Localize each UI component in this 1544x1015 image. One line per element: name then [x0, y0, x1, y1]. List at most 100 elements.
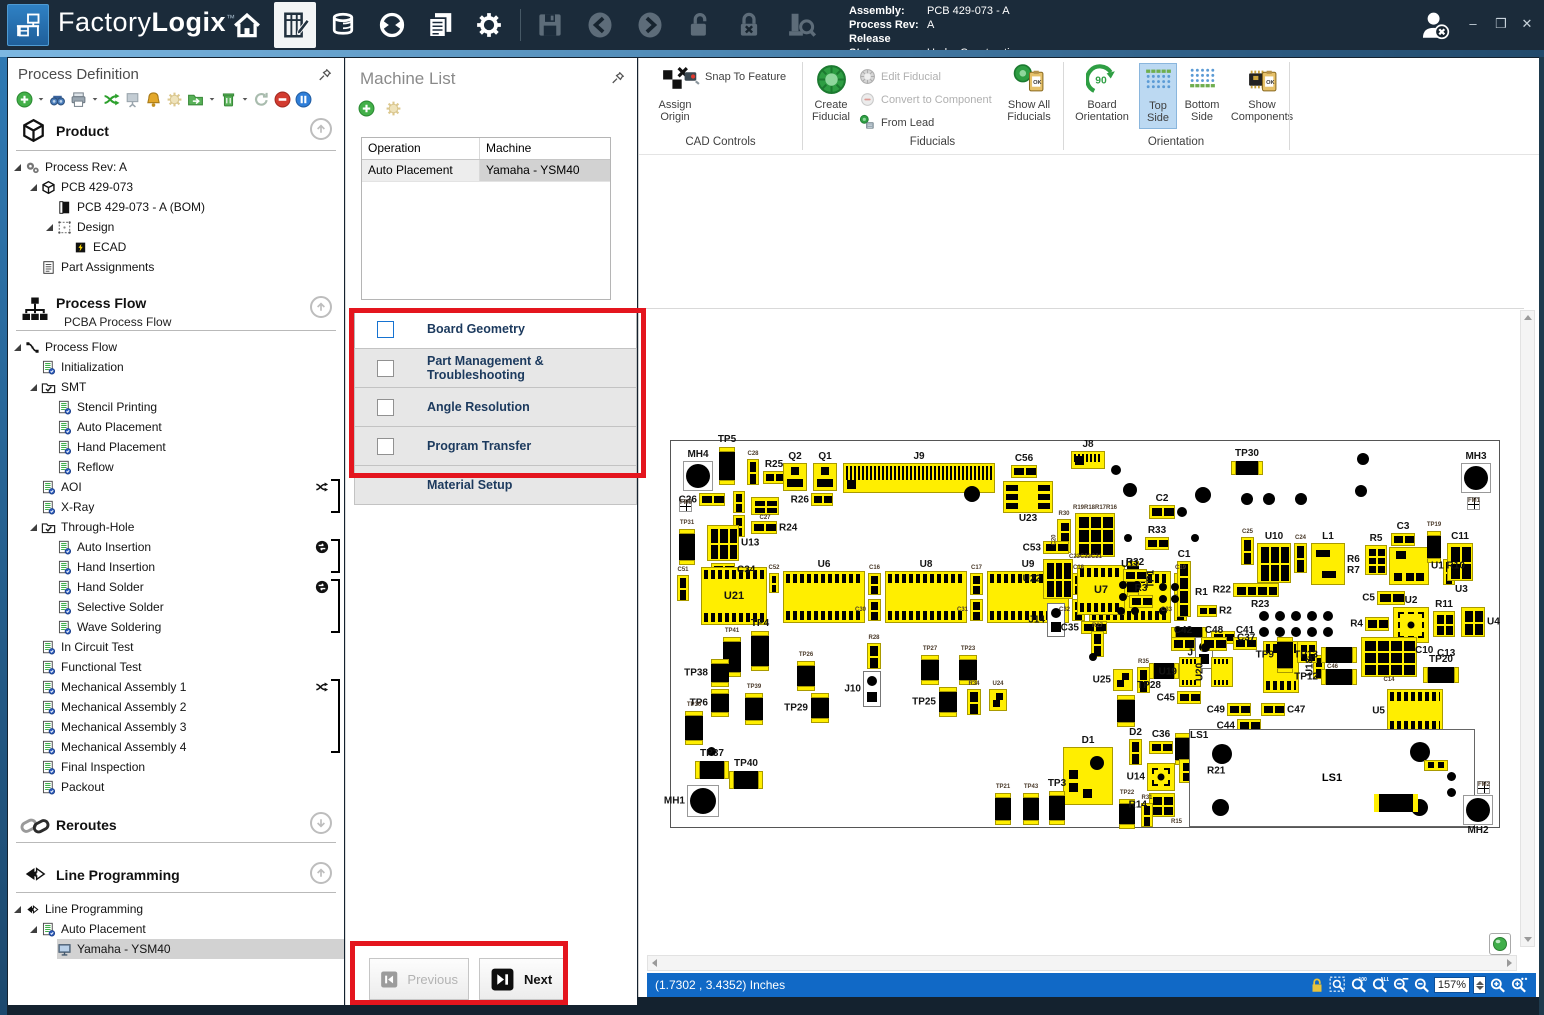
pcb-part-tp25[interactable]: TP25	[939, 687, 957, 717]
pcb-part-u22[interactable]: U22	[1043, 559, 1073, 599]
pcb-part-u23[interactable]: U23	[1003, 481, 1053, 513]
tree-item-x-ray[interactable]: X-Ray	[8, 497, 344, 517]
pcb-part-tp19[interactable]: TP19	[1427, 531, 1441, 563]
pcb-part-mh4[interactable]: MH4	[683, 461, 713, 491]
pcb-part-c16[interactable]: C16	[868, 573, 881, 595]
step-angle-resolution[interactable]: Angle Resolution	[354, 387, 637, 427]
tree-item-wave-soldering[interactable]: Wave Soldering	[8, 617, 344, 637]
zoom-window-icon[interactable]	[1329, 976, 1347, 994]
pcb-part-tp39[interactable]: TP39	[745, 693, 763, 725]
step-board-geometry[interactable]: Board Geometry	[354, 309, 637, 349]
pcb-part-u10[interactable]: U10	[1257, 543, 1291, 583]
tree-item-in-circuit-test[interactable]: In Circuit Test	[8, 637, 344, 657]
minimize-button[interactable]: –	[1464, 16, 1482, 31]
pcb-part-c25[interactable]: C25	[1241, 537, 1254, 565]
collapse-up-icon[interactable]	[310, 862, 332, 884]
step-checkbox[interactable]	[377, 399, 394, 416]
tree-item-smt[interactable]: SMT	[8, 377, 344, 397]
step-checkbox[interactable]	[377, 438, 394, 455]
floppy-icon[interactable]	[535, 10, 565, 40]
from-lead-button[interactable]: From Lead	[859, 112, 934, 133]
pcb-part-u25[interactable]: U25	[1113, 669, 1133, 691]
pcb-part-l1[interactable]: L1	[1311, 543, 1345, 585]
tree-item-process-flow[interactable]: Process Flow	[8, 337, 344, 357]
line-programming-section-header[interactable]: Line Programming	[8, 860, 344, 894]
tree-item-yamaha-ysm40[interactable]: Yamaha - YSM40	[8, 939, 344, 959]
pcb-part-tp21[interactable]: TP21	[995, 793, 1011, 825]
pin-icon[interactable]	[611, 71, 625, 85]
pcb-part-mh1[interactable]: MH1	[687, 785, 719, 817]
pcb-part-u4[interactable]: U4	[1461, 607, 1485, 637]
pcb-part-u1-r10[interactable]: U1 R10	[1389, 547, 1429, 585]
pcb-part-tp4[interactable]: TP4	[751, 631, 769, 671]
snap-to-feature-button[interactable]: Snap To Feature	[683, 66, 786, 87]
process-flow-section-header[interactable]: Process Flow PCBA Process Flow	[8, 294, 344, 328]
tree-item-process-rev-a[interactable]: Process Rev: A	[8, 157, 344, 177]
pcb-part-tp40[interactable]: TP40	[729, 771, 763, 789]
pcb-part-q2[interactable]: Q2	[783, 463, 807, 491]
maximize-button[interactable]: ❒	[1492, 16, 1510, 32]
pcb-part-tp9[interactable]: TP9	[1277, 637, 1293, 673]
pcb-part-u14[interactable]: U14	[1147, 763, 1175, 791]
pcb-part-tp27[interactable]: TP27	[921, 655, 939, 685]
pcb-part-d1[interactable]: D1	[1063, 747, 1113, 805]
pcb-part-ls1[interactable]: LS1LS1	[1189, 729, 1475, 827]
home-icon[interactable]	[232, 10, 262, 40]
board-orientation-button[interactable]: 90 Board Orientation	[1069, 63, 1135, 123]
pcb-part-tp37[interactable]: TP37	[695, 761, 729, 779]
tree-item-packout[interactable]: Packout	[8, 777, 344, 797]
pcb-part-r3[interactable]: R3	[1129, 595, 1153, 608]
pcb-part-fm2[interactable]: FM2	[1477, 781, 1490, 794]
machine-table-row[interactable]: Auto Placement Yamaha - YSM40	[362, 160, 610, 182]
pcb-part-d2[interactable]: D2	[1129, 739, 1142, 765]
pcb-part-mh2[interactable]: MH2	[1463, 795, 1493, 825]
add-icon[interactable]	[16, 91, 33, 108]
pcb-part-c27[interactable]: C27	[751, 497, 779, 515]
tree-item-mechanical-assembly-4[interactable]: Mechanical Assembly 4	[8, 737, 344, 757]
product-section-header[interactable]: Product	[8, 116, 344, 150]
zoom-percent-field[interactable]: 157%	[1434, 977, 1470, 993]
pcb-part-c56[interactable]: C56	[1011, 465, 1037, 478]
pause-icon[interactable]	[295, 91, 312, 108]
pcb-part-c5[interactable]: C5	[1377, 591, 1405, 605]
gear-icon[interactable]	[474, 10, 504, 40]
tree-item-line-programming[interactable]: Line Programming	[8, 899, 344, 919]
horizontal-scrollbar[interactable]	[647, 955, 1517, 971]
previous-button[interactable]: Previous	[369, 958, 469, 1000]
pcb-part-u8[interactable]: U8	[885, 571, 967, 623]
binoculars-icon[interactable]	[49, 91, 66, 108]
tree-item-aoi[interactable]: AOI	[8, 477, 344, 497]
pcb-part-r19r18r17r16[interactable]: R19R18R17R16	[1075, 513, 1115, 557]
zoom-out-more-icon[interactable]	[1392, 976, 1410, 994]
machine-cell[interactable]: Yamaha - YSM40	[480, 160, 610, 181]
pcb-part-r4[interactable]: R4	[1365, 617, 1389, 631]
step-program-transfer[interactable]: Program Transfer	[354, 426, 637, 466]
zoom-in-more-icon[interactable]	[1510, 976, 1528, 994]
user-icon[interactable]	[1418, 8, 1452, 42]
step-part-management-troubleshooting[interactable]: Part Management & Troubleshooting	[354, 348, 637, 388]
pcb-part-tp26[interactable]: TP26	[797, 661, 815, 691]
tree-item-auto-placement[interactable]: Auto Placement	[8, 919, 344, 939]
column-operation[interactable]: Operation	[362, 138, 480, 159]
trashgo-icon[interactable]	[220, 91, 237, 108]
tree-item-hand-placement[interactable]: Hand Placement	[8, 437, 344, 457]
pcb-part-c52[interactable]: C52	[769, 573, 779, 593]
pcb-part-c47[interactable]: C47	[1261, 703, 1285, 716]
next-button[interactable]: Next	[479, 958, 564, 1000]
dropdown-caret-icon[interactable]	[241, 95, 249, 103]
zoom-all-icon[interactable]: ALL	[1371, 976, 1389, 994]
pcb-part-j8[interactable]: J8	[1071, 451, 1105, 469]
tree-item-initialization[interactable]: Initialization	[8, 357, 344, 377]
pcb-part-fm0[interactable]: FM0	[679, 499, 692, 512]
pcb-part-c36[interactable]: C36	[1149, 741, 1173, 754]
pcb-part-mh3[interactable]: MH3	[1461, 463, 1491, 493]
step-checkbox[interactable]	[377, 360, 394, 377]
tree-item-mechanical-assembly-3[interactable]: Mechanical Assembly 3	[8, 717, 344, 737]
step-checkbox[interactable]	[377, 321, 394, 338]
refresh-view-button[interactable]	[1489, 933, 1511, 955]
show-components-button[interactable]: OK Show Components	[1227, 63, 1297, 123]
close-button[interactable]: ✕	[1518, 16, 1536, 32]
convert-to-component-button[interactable]: Convert to Component	[859, 89, 992, 110]
tree-item-ecad[interactable]: ECAD	[8, 237, 344, 257]
tree-item-functional-test[interactable]: Functional Test	[8, 657, 344, 677]
